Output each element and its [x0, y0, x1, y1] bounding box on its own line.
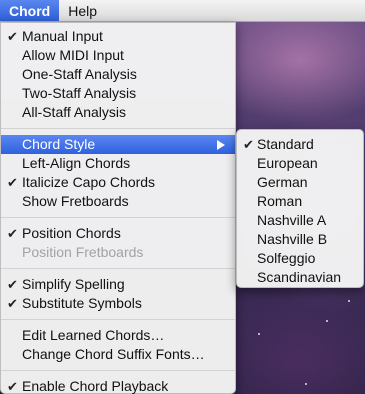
menu-separator — [1, 319, 235, 320]
menu-item-change-chord-suffix-fonts[interactable]: Change Chord Suffix Fonts… — [1, 345, 235, 364]
menu-item-all-staff-analysis[interactable]: All-Staff Analysis — [1, 103, 235, 122]
chord-style-roman[interactable]: Roman — [237, 192, 363, 211]
menu-item-label: Roman — [257, 193, 303, 209]
menu-separator — [1, 268, 235, 269]
menu-item-label: Nashville A — [257, 212, 327, 228]
star-decoration — [305, 383, 307, 385]
menu-bar: Chord Help — [0, 0, 365, 22]
chord-style-german[interactable]: German — [237, 173, 363, 192]
submenu-arrow-icon — [217, 140, 225, 150]
menu-item-position-fretboards: Position Fretboards — [1, 243, 235, 262]
menu-item-position-chords[interactable]: ✔ Position Chords — [1, 224, 235, 243]
chord-style-scandinavian[interactable]: Scandinavian — [237, 268, 363, 287]
menu-item-one-staff-analysis[interactable]: One-Staff Analysis — [1, 65, 235, 84]
menu-item-label: Left-Align Chords — [22, 155, 131, 171]
chord-style-nashville-b[interactable]: Nashville B — [237, 230, 363, 249]
checkmark-icon: ✔ — [243, 137, 254, 152]
menu-separator — [1, 217, 235, 218]
checkmark-icon: ✔ — [7, 29, 18, 44]
menu-item-label: Two-Staff Analysis — [22, 85, 137, 101]
checkmark-icon: ✔ — [7, 277, 18, 292]
checkmark-icon: ✔ — [7, 379, 18, 394]
menu-item-label: European — [257, 155, 318, 171]
menu-item-label: Show Fretboards — [22, 193, 129, 209]
menu-item-label: German — [257, 174, 308, 190]
menu-item-italicize-capo-chords[interactable]: ✔ Italicize Capo Chords — [1, 173, 235, 192]
star-decoration — [258, 333, 260, 335]
menu-item-label: Position Fretboards — [22, 244, 144, 260]
menu-item-label: Chord Style — [22, 136, 96, 152]
menu-item-label: All-Staff Analysis — [22, 104, 127, 120]
menu-item-edit-learned-chords[interactable]: Edit Learned Chords… — [1, 326, 235, 345]
menu-item-label: Simplify Spelling — [22, 276, 125, 292]
menu-item-simplify-spelling[interactable]: ✔ Simplify Spelling — [1, 275, 235, 294]
menu-item-manual-input[interactable]: ✔ Manual Input — [1, 27, 235, 46]
menu-item-label: Manual Input — [22, 28, 103, 44]
menu-item-label: Scandinavian — [257, 269, 342, 285]
star-decoration — [348, 300, 350, 302]
menubar-chord[interactable]: Chord — [0, 0, 60, 21]
menu-item-label: Enable Chord Playback — [22, 378, 169, 394]
menu-item-substitute-symbols[interactable]: ✔ Substitute Symbols — [1, 294, 235, 313]
menu-item-allow-midi-input[interactable]: Allow MIDI Input — [1, 46, 235, 65]
menu-item-label: Change Chord Suffix Fonts… — [22, 346, 205, 362]
checkmark-icon: ✔ — [7, 175, 18, 190]
menu-item-chord-style[interactable]: Chord Style — [1, 135, 235, 154]
menubar-help[interactable]: Help — [59, 0, 106, 21]
chord-style-standard[interactable]: ✔ Standard — [237, 135, 363, 154]
chord-style-solfeggio[interactable]: Solfeggio — [237, 249, 363, 268]
checkmark-icon: ✔ — [7, 226, 18, 241]
menu-item-label: Position Chords — [22, 225, 121, 241]
menu-item-two-staff-analysis[interactable]: Two-Staff Analysis — [1, 84, 235, 103]
menu-item-label: Standard — [257, 136, 314, 152]
menu-item-enable-chord-playback[interactable]: ✔ Enable Chord Playback — [1, 377, 235, 394]
menu-item-label: Allow MIDI Input — [22, 47, 124, 63]
menu-item-label: Nashville B — [257, 231, 328, 247]
menu-item-label: One-Staff Analysis — [22, 66, 137, 82]
menu-item-left-align-chords[interactable]: Left-Align Chords — [1, 154, 235, 173]
chord-style-nashville-a[interactable]: Nashville A — [237, 211, 363, 230]
menu-item-label: Solfeggio — [257, 250, 316, 266]
menu-separator — [1, 128, 235, 129]
star-decoration — [326, 320, 328, 322]
chord-menu: ✔ Manual Input Allow MIDI Input One-Staff A… — [0, 22, 236, 394]
menu-item-label: Italicize Capo Chords — [22, 174, 156, 190]
menu-separator — [1, 370, 235, 371]
menu-item-show-fretboards[interactable]: Show Fretboards — [1, 192, 235, 211]
checkmark-icon: ✔ — [7, 296, 18, 311]
chord-style-european[interactable]: European — [237, 154, 363, 173]
menu-item-label: Substitute Symbols — [22, 295, 142, 311]
chord-style-submenu: ✔ Standard European German Roman Nashville AN… — [236, 129, 364, 288]
menu-item-label: Edit Learned Chords… — [22, 327, 165, 343]
